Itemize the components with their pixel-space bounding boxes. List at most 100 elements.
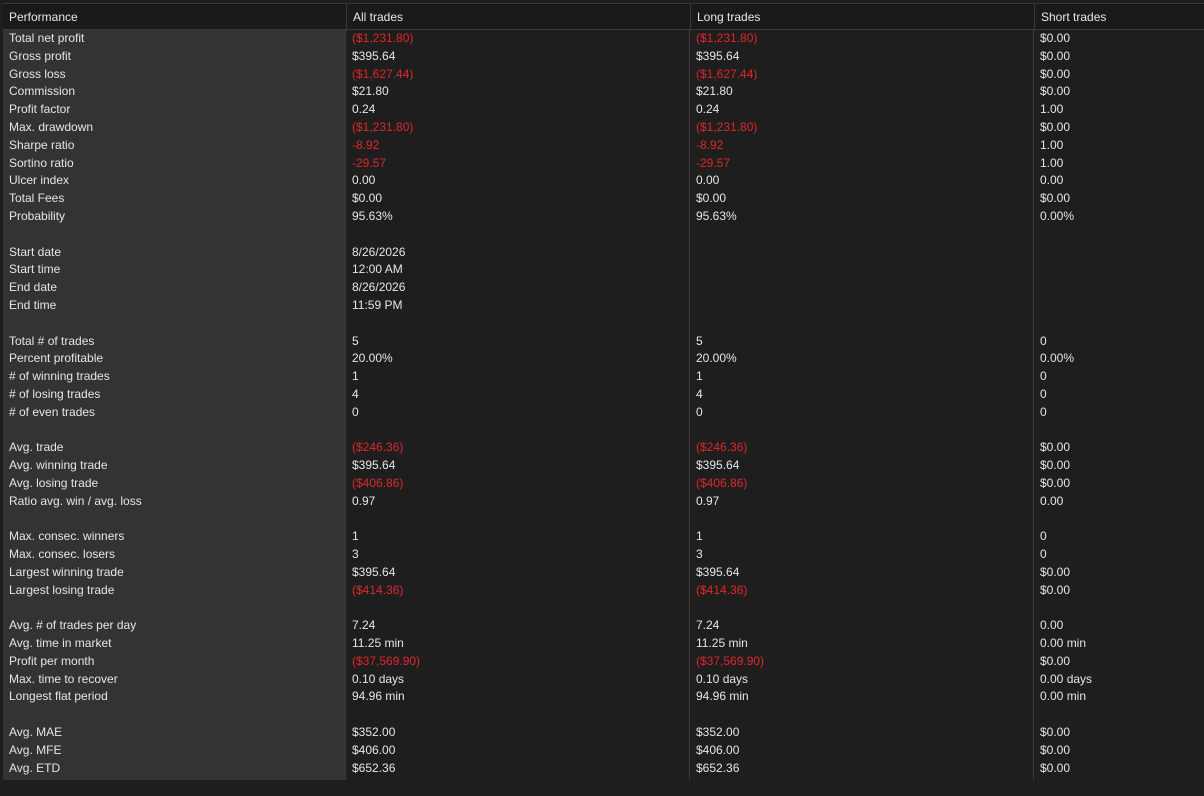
metric-label	[3, 600, 345, 618]
all-trades-value: $395.64	[352, 564, 396, 579]
table-row[interactable]: Total # of trades 5 5 0	[3, 333, 1204, 351]
header-short-trades[interactable]: Short trades	[1034, 4, 1204, 31]
header-long-trades[interactable]: Long trades	[690, 4, 1034, 31]
header-performance[interactable]: Performance	[3, 4, 346, 31]
long-trades-value: 20.00%	[696, 351, 737, 366]
table-row[interactable]	[3, 422, 1204, 440]
long-trades-value: $652.36	[696, 760, 740, 775]
table-row[interactable]	[3, 600, 1204, 618]
header-all-trades[interactable]: All trades	[346, 4, 690, 31]
table-row[interactable]: Start time 12:00 AM	[3, 261, 1204, 279]
table-row[interactable]: Max. drawdown ($1,231.80) ($1,231.80) $0.00	[3, 119, 1204, 137]
table-row[interactable]: # of winning trades 1 1 0	[3, 368, 1204, 386]
metric-label: # of even trades	[9, 404, 96, 419]
all-trades-value: 20.00%	[352, 351, 393, 366]
all-trades-value: 11:59 PM	[352, 297, 403, 312]
table-row[interactable]: # of losing trades 4 4 0	[3, 386, 1204, 404]
table-row[interactable]: Avg. trade ($246.36) ($246.36) $0.00	[3, 439, 1204, 457]
all-trades-value: 0.00	[352, 173, 376, 188]
metric-label	[3, 315, 345, 333]
long-trades-value: ($406.86)	[696, 475, 748, 490]
short-trades-value: 0	[1040, 333, 1047, 348]
metric-label: Longest flat period	[9, 689, 108, 704]
long-trades-value: $395.64	[696, 458, 740, 473]
table-row[interactable]: Largest winning trade $395.64 $395.64 $0.00	[3, 564, 1204, 582]
long-trades-value: $352.00	[696, 725, 740, 740]
all-trades-value: 95.63%	[352, 208, 393, 223]
all-trades-value: ($246.36)	[352, 440, 404, 455]
short-trades-value	[1034, 315, 1204, 333]
table-row[interactable]: Avg. ETD $652.36 $652.36 $0.00	[3, 760, 1204, 778]
table-row[interactable]	[3, 226, 1204, 244]
table-row[interactable]: # of even trades 0 0 0	[3, 404, 1204, 422]
short-trades-value: $0.00	[1040, 48, 1071, 63]
all-trades-value: 7.24	[352, 618, 376, 633]
metric-label: Avg. winning trade	[9, 458, 108, 473]
long-trades-value: 95.63%	[696, 208, 737, 223]
table-row[interactable]: Avg. MFE $406.00 $406.00 $0.00	[3, 742, 1204, 760]
table-row[interactable]: Max. consec. losers 3 3 0	[3, 546, 1204, 564]
table-row[interactable]: Commission $21.80 $21.80 $0.00	[3, 83, 1204, 101]
long-trades-value: ($414.36)	[696, 582, 748, 597]
table-row[interactable]: Profit per month ($37,569.90) ($37,569.90)…	[3, 653, 1204, 671]
long-trades-value: $406.00	[696, 742, 740, 757]
table-row[interactable]	[3, 315, 1204, 333]
all-trades-value	[346, 422, 689, 440]
all-trades-value: 11.25 min	[352, 636, 404, 651]
table-row[interactable]: Sharpe ratio -8.92 -8.92 1.00	[3, 137, 1204, 155]
table-row[interactable]: Longest flat period 94.96 min 94.96 min 0.0…	[3, 688, 1204, 706]
table-row[interactable]: Largest losing trade ($414.36) ($414.36) $0…	[3, 582, 1204, 600]
table-row[interactable]: End date 8/26/2026	[3, 279, 1204, 297]
table-row[interactable]: Ulcer index 0.00 0.00 0.00	[3, 172, 1204, 190]
metric-label: Avg. ETD	[9, 760, 61, 775]
metric-label: Largest losing trade	[9, 582, 115, 597]
table-row[interactable]: Ratio avg. win / avg. loss 0.97 0.97 0.00	[3, 493, 1204, 511]
short-trades-value: 0.00	[1040, 618, 1064, 633]
table-row[interactable]: Avg. losing trade ($406.86) ($406.86) $0.00	[3, 475, 1204, 493]
table-row[interactable]: Max. time to recover 0.10 days 0.10 days 0.…	[3, 671, 1204, 689]
short-trades-value: $0.00	[1040, 475, 1071, 490]
short-trades-value: $0.00	[1040, 458, 1071, 473]
short-trades-value: $0.00	[1040, 84, 1071, 99]
all-trades-value: 8/26/2026	[352, 244, 406, 259]
metric-label: # of winning trades	[9, 369, 110, 384]
table-row[interactable]: Sortino ratio -29.57 -29.57 1.00	[3, 155, 1204, 173]
metric-label: Avg. # of trades per day	[9, 618, 137, 633]
metric-label: Avg. losing trade	[9, 475, 99, 490]
short-trades-value: $0.00	[1040, 725, 1071, 740]
table-row[interactable]: Avg. MAE $352.00 $352.00 $0.00	[3, 724, 1204, 742]
long-trades-value	[690, 511, 1033, 529]
table-row[interactable]: Total Fees $0.00 $0.00 $0.00	[3, 190, 1204, 208]
table-row[interactable]: End time 11:59 PM	[3, 297, 1204, 315]
short-trades-value: 0.00 days	[1040, 671, 1093, 686]
metric-label: Ulcer index	[9, 173, 70, 188]
metric-label: End date	[9, 280, 58, 295]
table-row[interactable]: Total net profit ($1,231.80) ($1,231.80) $0…	[3, 30, 1204, 48]
short-trades-value: $0.00	[1040, 760, 1071, 775]
table-row[interactable]: Avg. # of trades per day 7.24 7.24 0.00	[3, 617, 1204, 635]
table-row[interactable]: Start date 8/26/2026	[3, 244, 1204, 262]
long-trades-value	[690, 600, 1033, 618]
metric-label: Probability	[9, 208, 66, 223]
metric-label: Avg. time in market	[9, 636, 112, 651]
short-trades-value: 0.00 min	[1040, 636, 1087, 651]
table-row[interactable]: Gross loss ($1,627.44) ($1,627.44) $0.00	[3, 66, 1204, 84]
table-row[interactable]	[3, 511, 1204, 529]
table-row[interactable]: Max. consec. winners 1 1 0	[3, 528, 1204, 546]
metric-label: Sortino ratio	[9, 155, 74, 170]
long-trades-value: $0.00	[696, 191, 727, 206]
short-trades-value: 1.00	[1040, 155, 1064, 170]
table-row[interactable]: Avg. time in market 11.25 min 11.25 min 0.0…	[3, 635, 1204, 653]
table-row[interactable]	[3, 706, 1204, 724]
table-row[interactable]: Avg. winning trade $395.64 $395.64 $0.00	[3, 457, 1204, 475]
metric-label: Sharpe ratio	[9, 137, 75, 152]
table-row[interactable]: Percent profitable 20.00% 20.00% 0.00%	[3, 350, 1204, 368]
short-trades-value	[1034, 261, 1204, 279]
table-row[interactable]: Gross profit $395.64 $395.64 $0.00	[3, 48, 1204, 66]
all-trades-value: 0.24	[352, 102, 376, 117]
table-row[interactable]: Probability 95.63% 95.63% 0.00%	[3, 208, 1204, 226]
performance-summary-grid: Performance All trades Long trades Short…	[3, 3, 1204, 781]
metric-label: Total Fees	[9, 191, 65, 206]
all-trades-value: $395.64	[352, 458, 396, 473]
table-row[interactable]: Profit factor 0.24 0.24 1.00	[3, 101, 1204, 119]
